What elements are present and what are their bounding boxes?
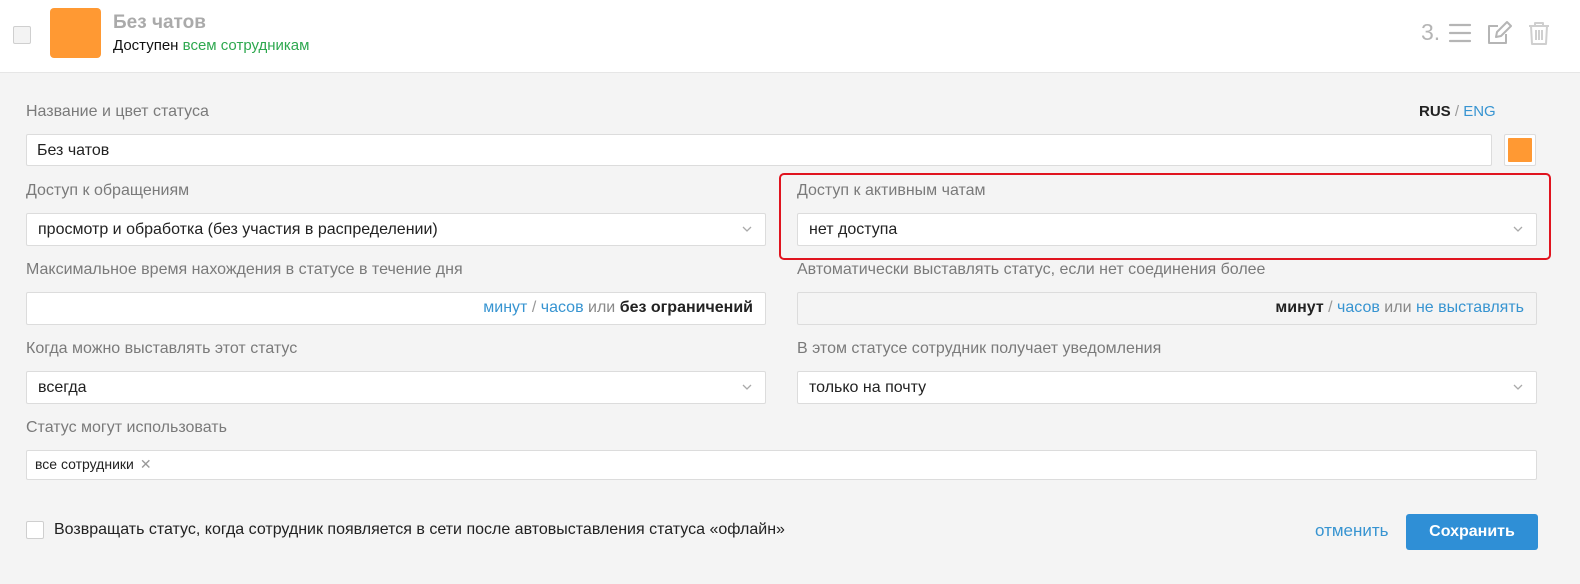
availability-link[interactable]: всем сотрудникам [183, 37, 310, 54]
notify-label: В этом статусе сотрудник получает уведом… [797, 340, 1162, 357]
tickets-access-value: просмотр и обработка (без участия в расп… [38, 221, 438, 238]
users-tag-label: все сотрудники [35, 456, 134, 472]
trash-icon[interactable] [1526, 20, 1552, 46]
highlight-box [779, 173, 1551, 260]
max-time-input[interactable]: минут / часов или без ограничений [26, 292, 766, 325]
max-time-slash: / [531, 299, 537, 316]
lang-rus[interactable]: RUS [1419, 103, 1451, 120]
auto-status-units: минут / часов или не выставлять [1275, 299, 1524, 317]
lang-separator: / [1454, 103, 1460, 120]
lang-eng[interactable]: ENG [1463, 103, 1496, 120]
notify-select[interactable]: только на почту [797, 371, 1537, 404]
status-header: Без чатов Доступен всем сотрудникам 3. [0, 0, 1580, 73]
status-color-preview [1508, 138, 1532, 162]
when-value: всегда [38, 379, 87, 396]
max-time-label: Максимальное время нахождения в статусе … [26, 261, 463, 278]
save-button[interactable]: Сохранить [1406, 514, 1538, 550]
return-status-label: Возвращать статус, когда сотрудник появл… [54, 521, 785, 538]
availability-prefix: Доступен [113, 37, 179, 54]
users-multiselect[interactable]: все сотрудники ✕ [26, 450, 1537, 480]
cancel-button[interactable]: отменить [1315, 521, 1389, 541]
status-select-checkbox[interactable] [13, 26, 31, 44]
users-tag: все сотрудники ✕ [35, 456, 152, 473]
max-time-minutes[interactable]: минут [483, 299, 527, 316]
max-time-or: или [588, 299, 616, 316]
chevron-down-icon [1512, 381, 1524, 393]
tickets-access-label: Доступ к обращениям [26, 182, 190, 199]
status-order-number: 3. [1421, 19, 1441, 45]
auto-slash: / [1328, 299, 1333, 316]
chevron-down-icon [741, 223, 753, 235]
users-label: Статус могут использовать [26, 419, 227, 436]
auto-hours[interactable]: часов [1337, 299, 1380, 316]
return-status-checkbox[interactable] [26, 521, 44, 539]
status-color-swatch [50, 8, 101, 58]
close-icon[interactable]: ✕ [140, 456, 152, 472]
status-name-label: Название и цвет статуса [26, 103, 209, 120]
auto-or: или [1384, 299, 1412, 316]
when-label: Когда можно выставлять этот статус [26, 340, 298, 357]
status-title: Без чатов [113, 12, 206, 33]
chevron-down-icon [741, 381, 753, 393]
auto-status-label: Автоматически выставлять статус, если не… [797, 261, 1266, 278]
language-switch: RUS / ENG [1419, 103, 1496, 120]
tickets-access-select[interactable]: просмотр и обработка (без участия в расп… [26, 213, 766, 246]
edit-icon[interactable] [1486, 20, 1512, 46]
auto-not-set[interactable]: не выставлять [1416, 299, 1524, 316]
menu-icon[interactable] [1447, 20, 1473, 46]
max-time-units: минут / часов или без ограничений [483, 299, 753, 317]
notify-value: только на почту [809, 379, 927, 396]
status-color-picker[interactable] [1504, 134, 1536, 166]
max-time-hours[interactable]: часов [541, 299, 584, 316]
status-name-input[interactable]: Без чатов [26, 134, 1492, 166]
auto-status-input[interactable]: минут / часов или не выставлять [797, 292, 1537, 325]
status-name-value: Без чатов [37, 142, 110, 159]
auto-minutes[interactable]: минут [1275, 299, 1323, 316]
when-select[interactable]: всегда [26, 371, 766, 404]
status-availability: Доступен всем сотрудникам [113, 37, 309, 54]
max-time-unlimited[interactable]: без ограничений [620, 299, 753, 316]
